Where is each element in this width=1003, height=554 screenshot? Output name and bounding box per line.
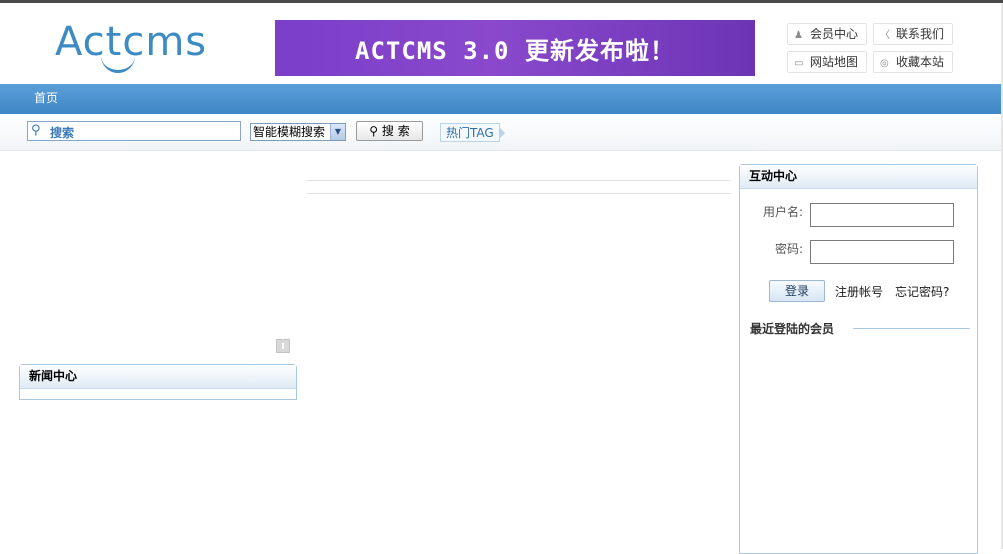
search-icon: ⚲ (31, 123, 41, 138)
header-banner[interactable]: ACTCMS 3.0 更新发布啦！ (275, 20, 755, 76)
nav-item-home[interactable]: 首页 (34, 84, 58, 112)
interactive-center-title: 互动中心 (740, 165, 977, 189)
top-border (0, 0, 1003, 3)
contact-us-label: 联系我们 (896, 27, 945, 41)
center-divider-top (307, 180, 731, 181)
banner-text: ACTCMS 3.0 更新发布啦！ (355, 36, 675, 65)
member-center-label: 会员中心 (810, 27, 859, 41)
chevron-down-icon: ▼ (330, 124, 345, 140)
star-circle-icon: ◎ (880, 58, 889, 69)
user-icon: ♟ (794, 30, 803, 41)
search-placeholder: 搜索 (50, 126, 75, 140)
search-input[interactable]: ⚲ 搜索 (27, 121, 241, 141)
center-divider-bottom (307, 193, 731, 194)
folder-icon: ▭ (794, 58, 804, 69)
news-center-panel: 新闻中心 (19, 364, 297, 400)
slideshow-control-button[interactable] (276, 339, 290, 353)
login-button-label: 登录 (784, 284, 809, 298)
password-field[interactable] (810, 240, 954, 264)
logo-smile-mark (101, 54, 135, 73)
bookmark-site-link[interactable]: ◎ 收藏本站 (873, 51, 954, 73)
password-label: 密码: (774, 242, 803, 256)
bookmark-site-label: 收藏本站 (896, 55, 945, 69)
site-logo[interactable]: Actcms (55, 20, 225, 76)
search-mode-value: 智能模糊搜索 (253, 125, 326, 139)
chat-bubble-icon: 〈 (880, 30, 890, 41)
username-field[interactable] (810, 203, 954, 227)
forgot-password-link[interactable]: 忘记密码? (895, 283, 949, 300)
tag-tip-shape (498, 127, 505, 139)
username-label: 用户名: (762, 205, 803, 219)
site-map-link[interactable]: ▭ 网站地图 (787, 51, 868, 73)
search-button-icon: ⚲ (369, 124, 379, 138)
recent-members-divider (853, 328, 970, 329)
login-button[interactable]: 登录 (769, 280, 825, 302)
member-center-link[interactable]: ♟ 会员中心 (787, 23, 868, 45)
main-nav-bar: 首页 (0, 84, 1001, 114)
search-mode-select[interactable]: 智能模糊搜索 ▼ (250, 123, 346, 141)
search-button-label: 搜 索 (381, 124, 410, 138)
site-map-label: 网站地图 (810, 55, 859, 69)
news-center-title: 新闻中心 (20, 365, 296, 389)
hot-tag-button[interactable]: 热门TAG (440, 123, 505, 142)
interactive-center-panel: 互动中心 用户名: 密码: 登录 注册帐号 忘记密码? 最近登陆的会员 (739, 164, 978, 554)
search-bar: ⚲ 搜索 智能模糊搜索 ▼ ⚲ 搜 索 热门TAG (0, 114, 1001, 151)
register-link[interactable]: 注册帐号 (835, 283, 883, 300)
search-button[interactable]: ⚲ 搜 索 (356, 121, 423, 141)
contact-us-link[interactable]: 〈 联系我们 (873, 23, 954, 45)
hot-tag-label: 热门TAG (446, 126, 494, 140)
recent-members-title: 最近登陆的会员 (750, 322, 835, 336)
